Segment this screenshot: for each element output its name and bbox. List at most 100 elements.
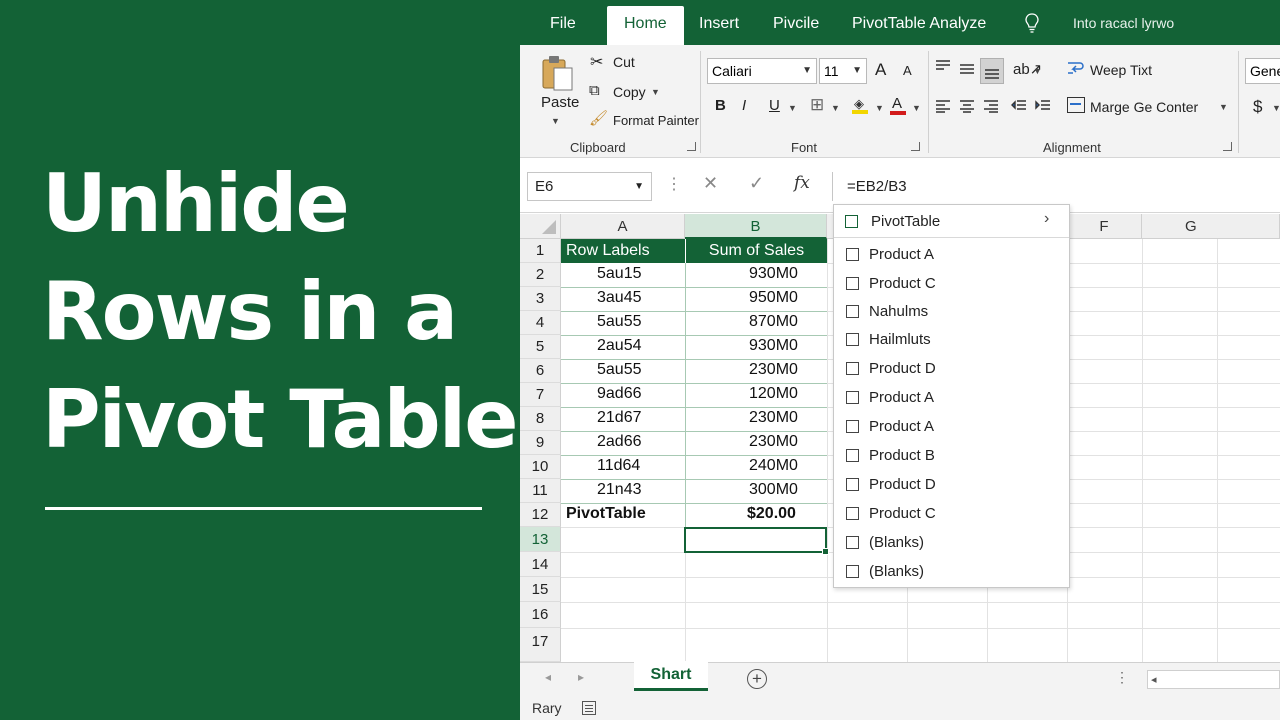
alignment-launcher-icon[interactable] [1223, 142, 1232, 151]
pivot-row-value[interactable]: 870M0 [749, 313, 798, 331]
filter-item[interactable]: (Blanks) [834, 559, 1069, 588]
align-middle-icon[interactable] [959, 63, 975, 77]
align-center-icon[interactable] [959, 99, 975, 113]
currency-dropdown-chevron-icon[interactable]: ▼ [1272, 103, 1280, 113]
number-format-select[interactable]: Gene [1245, 58, 1280, 84]
align-bottom-button[interactable] [980, 58, 1004, 84]
filter-item[interactable]: Product A [834, 241, 1069, 270]
checkbox[interactable] [846, 362, 859, 375]
pivot-row-value[interactable]: 950M0 [749, 289, 798, 307]
merge-center-button[interactable]: Marge Ge Conter [1090, 99, 1198, 115]
clipboard-launcher-icon[interactable] [687, 142, 696, 151]
pivot-row-label[interactable]: 5au15 [597, 265, 642, 283]
pivot-row-value[interactable]: 230M0 [749, 433, 798, 451]
row-header-3[interactable]: 3 [520, 287, 561, 311]
pivot-row-label[interactable]: 5au55 [597, 361, 642, 379]
shrink-font-button[interactable]: A [903, 63, 912, 78]
filter-item[interactable]: Product C [834, 501, 1069, 530]
borders-icon[interactable]: ⊞ [810, 95, 824, 115]
lightbulb-icon[interactable] [1025, 13, 1039, 33]
scroll-left-icon[interactable]: ◂ [1151, 673, 1157, 686]
row-header-7[interactable]: 7 [520, 383, 561, 407]
align-right-icon[interactable] [983, 99, 999, 113]
font-color-dropdown-chevron-icon[interactable]: ▼ [912, 103, 921, 113]
borders-dropdown-chevron-icon[interactable]: ▼ [831, 103, 840, 113]
align-top-icon[interactable] [935, 59, 951, 73]
paste-button[interactable]: Paste [541, 94, 579, 111]
filter-item[interactable]: Product A [834, 385, 1069, 414]
row-header-9[interactable]: 9 [520, 431, 561, 455]
copy-button[interactable]: Copy [613, 84, 646, 100]
pivot-row-value[interactable]: 930M0 [749, 265, 798, 283]
column-header-a[interactable]: A [561, 214, 685, 239]
checkbox[interactable] [846, 248, 859, 261]
paste-icon[interactable] [541, 54, 575, 92]
pivot-row-label[interactable]: 21d67 [597, 409, 642, 427]
more-options-icon[interactable]: ⋮ [1115, 669, 1129, 686]
column-header-b[interactable]: B [685, 214, 827, 239]
pivot-row-label[interactable]: 2ad66 [597, 433, 642, 451]
paste-dropdown-chevron-icon[interactable]: ▼ [551, 116, 560, 126]
italic-button[interactable]: I [742, 97, 746, 114]
tab-pivottable-analyze[interactable]: PivotTable Analyze [852, 0, 986, 45]
column-header-g[interactable]: G [1142, 214, 1280, 239]
pivot-row-value[interactable]: 930M0 [749, 337, 798, 355]
decrease-indent-icon[interactable] [1011, 99, 1027, 113]
pivot-row-label[interactable]: 3au45 [597, 289, 642, 307]
wrap-text-button[interactable]: Weep Tixt [1090, 62, 1152, 78]
row-header-12[interactable]: 12 [520, 503, 561, 527]
cut-button[interactable]: Cut [613, 54, 635, 70]
filter-item[interactable]: Product A [834, 414, 1069, 443]
row-header-6[interactable]: 6 [520, 359, 561, 383]
select-all-button[interactable] [520, 214, 561, 239]
tab-file[interactable]: File [550, 0, 576, 45]
filter-item[interactable]: Product B [834, 443, 1069, 472]
copy-dropdown-chevron-icon[interactable]: ▼ [651, 87, 660, 97]
row-header-14[interactable]: 14 [520, 552, 561, 577]
insert-function-icon[interactable]: fx [794, 173, 810, 193]
copy-icon[interactable]: ⧉ [589, 82, 600, 99]
increase-indent-icon[interactable] [1035, 99, 1051, 113]
checkbox[interactable] [846, 305, 859, 318]
merge-dropdown-chevron-icon[interactable]: ▼ [1219, 102, 1228, 112]
checkbox[interactable] [846, 536, 859, 549]
pivot-grand-total-value[interactable]: $20.00 [747, 505, 796, 523]
row-header-17[interactable]: 17 [520, 628, 561, 662]
merge-center-icon[interactable] [1067, 97, 1085, 113]
checkbox[interactable] [846, 420, 859, 433]
previous-sheet-icon[interactable]: ◂ [545, 670, 551, 684]
row-header-15[interactable]: 15 [520, 577, 561, 602]
row-header-13[interactable]: 13 [520, 527, 561, 552]
filter-item[interactable]: Hailmluts [834, 327, 1069, 356]
checkbox[interactable] [846, 277, 859, 290]
row-header-8[interactable]: 8 [520, 407, 561, 431]
pivot-row-value[interactable]: 120M0 [749, 385, 798, 403]
currency-format-button[interactable]: $ [1253, 97, 1262, 117]
row-header-10[interactable]: 10 [520, 455, 561, 479]
tab-pivcile[interactable]: Pivcile [773, 0, 819, 45]
tab-home[interactable]: Home [607, 6, 684, 45]
font-family-select[interactable]: Caliari ▼ [707, 58, 817, 84]
pivot-row-label[interactable]: 2au54 [597, 337, 642, 355]
checkbox[interactable] [846, 478, 859, 491]
checkbox[interactable] [846, 565, 859, 578]
checkbox[interactable] [845, 215, 858, 228]
pivot-row-label[interactable]: 21n43 [597, 481, 642, 499]
checkbox[interactable] [846, 449, 859, 462]
underline-dropdown-chevron-icon[interactable]: ▼ [788, 103, 797, 113]
name-box[interactable]: E6 ▼ [527, 172, 652, 201]
orientation-dropdown-chevron-icon[interactable]: ▼ [1033, 66, 1042, 76]
pivot-row-value[interactable]: 300M0 [749, 481, 798, 499]
tab-insert[interactable]: Insert [699, 0, 739, 45]
bold-button[interactable]: B [715, 97, 726, 114]
dropdown-header[interactable]: PivotTable › [834, 205, 1069, 238]
format-painter-icon[interactable]: 🖌 [589, 109, 608, 127]
checkbox[interactable] [846, 507, 859, 520]
fill-color-dropdown-chevron-icon[interactable]: ▼ [875, 103, 884, 113]
underline-button[interactable]: U [769, 97, 780, 114]
filter-item[interactable]: Product C [834, 270, 1069, 299]
wrap-text-icon[interactable] [1065, 58, 1085, 78]
pivot-header-row-labels[interactable]: Row Labels [561, 239, 685, 263]
sheet-tab-active[interactable]: Shart [634, 661, 708, 691]
row-header-2[interactable]: 2 [520, 263, 561, 287]
